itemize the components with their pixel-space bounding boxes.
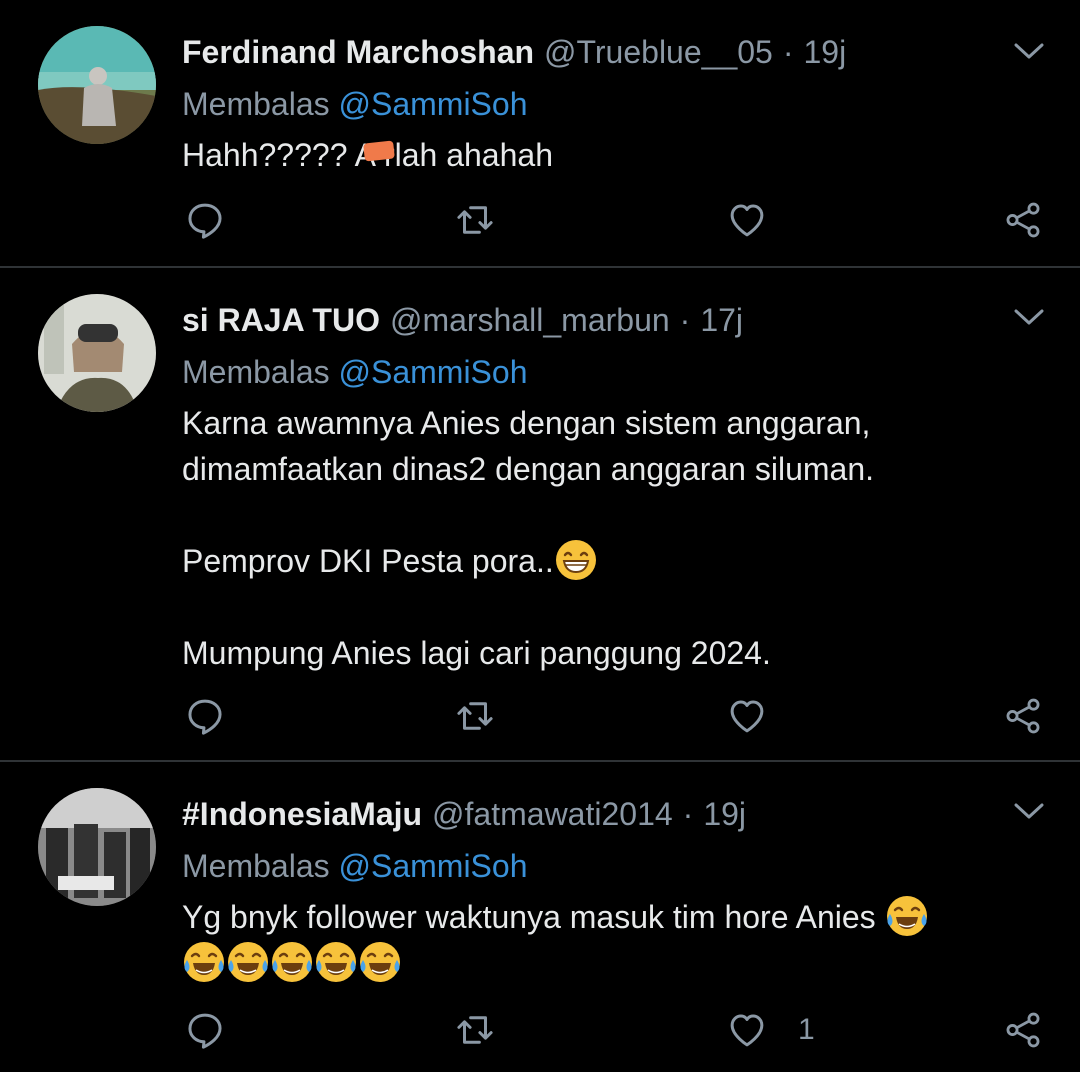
separator: · [782, 34, 794, 70]
handle[interactable]: @fatmawati2014 [432, 796, 673, 832]
reply-context: Membalas @SammiSoh [182, 348, 1040, 396]
text-line: Pemprov DKI Pesta pora.. [182, 543, 554, 579]
display-name[interactable]: si RAJA TUO [182, 302, 380, 338]
timestamp[interactable]: 19j [703, 796, 746, 832]
like-count: 1 [798, 1013, 815, 1046]
text-line: Karna awamnya Anies dengan sistem anggar… [182, 405, 871, 441]
tears-of-joy-emoji-icon [270, 940, 314, 984]
reply-icon [184, 1009, 226, 1051]
display-name[interactable]: Ferdinand Marchoshan [182, 34, 534, 70]
tweet-card[interactable]: #IndonesiaMaju @fatmawati2014 · 19j Membala… [0, 762, 1080, 1072]
tweet-card[interactable]: Ferdinand Marchoshan @Trueblue__05 · 19j Me… [0, 0, 1080, 268]
text-line: Mumpung Anies lagi cari panggung 2024. [182, 635, 771, 671]
timestamp[interactable]: 19j [803, 34, 846, 70]
like-button[interactable] [726, 694, 798, 738]
avatar[interactable] [38, 26, 156, 144]
text-line [182, 492, 1040, 538]
text-line: dimamfaatkan dinas2 dengan anggaran silu… [182, 451, 875, 487]
handle[interactable]: @Trueblue__05 [544, 34, 773, 70]
text-line [182, 584, 1040, 630]
text-line-with-emoji: Pemprov DKI Pesta pora.. [182, 538, 1040, 584]
reply-button[interactable] [184, 198, 226, 242]
reply-icon [184, 695, 226, 737]
separator: · [679, 302, 691, 338]
share-button[interactable] [1002, 1008, 1044, 1052]
reply-button[interactable] [184, 1008, 226, 1052]
like-button[interactable]: 1 [726, 1008, 815, 1052]
share-icon [1002, 695, 1044, 737]
retweet-button[interactable] [454, 198, 496, 242]
text-line: Yg bnyk follower waktunya masuk tim hore… [182, 899, 876, 935]
grinning-emoji-icon [554, 538, 598, 582]
tears-of-joy-emoji-icon [314, 940, 358, 984]
tears-of-joy-emoji-icon [182, 940, 226, 984]
tweet-text: Yg bnyk follower waktunya masuk tim hore… [182, 894, 1040, 986]
tweet-text: Hahh????? Arlah ahahah [182, 132, 1040, 178]
redaction-mark [363, 140, 395, 162]
tweet-header: si RAJA TUO @marshall_marbun · 17j [182, 298, 1040, 342]
retweet-icon [454, 199, 496, 241]
heart-icon [726, 695, 768, 737]
chevron-down-icon[interactable] [1012, 306, 1046, 328]
action-bar [182, 694, 1044, 738]
reply-feed: Ferdinand Marchoshan @Trueblue__05 · 19j Me… [0, 0, 1080, 1072]
reply-prefix: Membalas [182, 86, 330, 122]
display-name[interactable]: #IndonesiaMaju [182, 796, 422, 832]
avatar[interactable] [38, 788, 156, 906]
action-bar [182, 198, 1044, 242]
reply-context: Membalas @SammiSoh [182, 80, 1040, 128]
mention-link[interactable]: @SammiSoh [339, 86, 528, 122]
share-icon [1002, 199, 1044, 241]
reply-icon [184, 199, 226, 241]
chevron-down-icon[interactable] [1012, 800, 1046, 822]
share-button[interactable] [1002, 198, 1044, 242]
tweet-card[interactable]: si RAJA TUO @marshall_marbun · 17j Membalas… [0, 268, 1080, 762]
tweet-header: Ferdinand Marchoshan @Trueblue__05 · 19j [182, 30, 1040, 74]
reply-prefix: Membalas [182, 848, 330, 884]
separator: · [682, 796, 694, 832]
retweet-button[interactable] [454, 1008, 496, 1052]
tears-of-joy-emoji-icon [358, 940, 402, 984]
text-line-with-emoji: Yg bnyk follower waktunya masuk tim hore… [182, 894, 1040, 940]
retweet-icon [454, 695, 496, 737]
share-button[interactable] [1002, 694, 1044, 738]
heart-icon [726, 1009, 768, 1051]
mention-link[interactable]: @SammiSoh [339, 848, 528, 884]
share-icon [1002, 1009, 1044, 1051]
retweet-button[interactable] [454, 694, 496, 738]
chevron-down-icon[interactable] [1012, 40, 1046, 62]
tweet-text-part: rlah ahahah [383, 137, 553, 173]
handle[interactable]: @marshall_marbun [390, 302, 670, 338]
tears-of-joy-emoji-icon [226, 940, 270, 984]
like-button[interactable] [726, 198, 798, 242]
avatar[interactable] [38, 294, 156, 412]
action-bar: 1 [182, 1008, 1044, 1052]
retweet-icon [454, 1009, 496, 1051]
tears-of-joy-emoji-icon [885, 894, 929, 938]
mention-link[interactable]: @SammiSoh [339, 354, 528, 390]
emoji-row [182, 940, 1040, 986]
reply-button[interactable] [184, 694, 226, 738]
tweet-text-part: Hahh????? A [182, 137, 376, 173]
reply-prefix: Membalas [182, 354, 330, 390]
reply-context: Membalas @SammiSoh [182, 842, 1040, 890]
tweet-text: Karna awamnya Anies dengan sistem anggar… [182, 400, 1040, 676]
tweet-header: #IndonesiaMaju @fatmawati2014 · 19j [182, 792, 1040, 836]
heart-icon [726, 199, 768, 241]
timestamp[interactable]: 17j [700, 302, 743, 338]
